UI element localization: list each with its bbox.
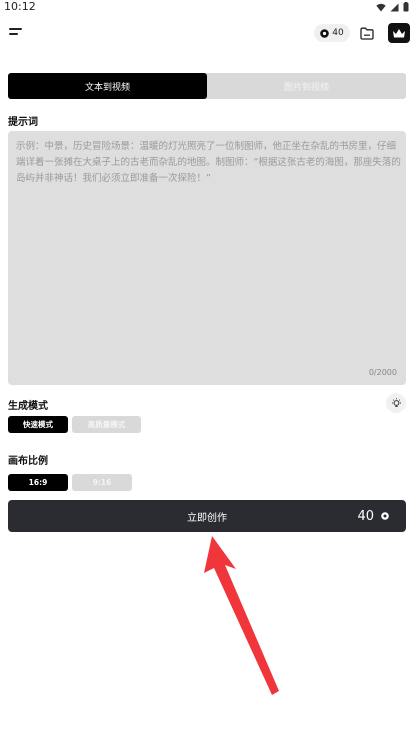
create-button-label: 立即创作: [187, 512, 227, 524]
prompt-label: 提示词: [8, 117, 38, 128]
status-icons: [376, 2, 409, 12]
battery-icon: [403, 2, 409, 12]
bulb-icon[interactable]: [386, 393, 406, 413]
create-button[interactable]: 立即创作 40: [8, 500, 406, 532]
coin-icon: [381, 512, 389, 520]
mode-option-high-quality[interactable]: 高质量模式: [72, 416, 141, 433]
ratio-label: 画布比例: [8, 456, 48, 467]
mode-option-fast[interactable]: 快速模式: [8, 416, 68, 433]
ratio-option-9-16[interactable]: 9:16: [72, 474, 132, 491]
create-cost: 40: [357, 508, 374, 524]
credit-count: 40: [332, 28, 344, 38]
status-time: 10:12: [4, 0, 36, 13]
menu-icon[interactable]: [9, 26, 25, 40]
coin-icon: [320, 28, 330, 38]
mode-label: 生成模式: [8, 401, 48, 412]
prompt-input[interactable]: 示例：中景，历史冒险场景：温暖的灯光照亮了一位制图师，他正坐在杂乱的书房里，仔细…: [8, 131, 406, 385]
folder-icon[interactable]: [358, 24, 376, 42]
prompt-placeholder: 示例：中景，历史冒险场景：温暖的灯光照亮了一位制图师，他正坐在杂乱的书房里，仔细…: [16, 141, 401, 184]
status-bar: 10:12: [0, 0, 415, 14]
wifi-icon: [376, 3, 386, 11]
tab-image-to-video[interactable]: 图片到视频: [207, 73, 406, 99]
tab-text-to-video[interactable]: 文本到视频: [8, 73, 207, 99]
prompt-char-counter: 0/2000: [368, 368, 397, 377]
signal-icon: [390, 3, 399, 11]
top-bar: 40: [0, 20, 415, 48]
mode-tabs: 文本到视频 图片到视频: [8, 73, 406, 99]
ratio-option-16-9[interactable]: 16:9: [8, 474, 68, 491]
crown-icon[interactable]: [388, 23, 410, 43]
credit-balance[interactable]: 40: [314, 24, 350, 42]
